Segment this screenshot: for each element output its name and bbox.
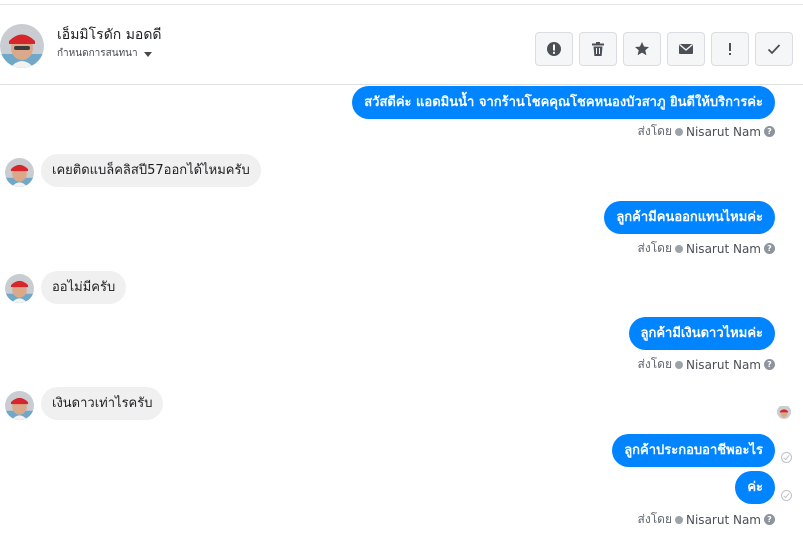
page-icon [675, 127, 683, 136]
outgoing-message[interactable]: ลูกค้าประกอบอาชีพอะไร [612, 434, 775, 467]
incoming-message[interactable]: เงินดาวเท่าไรครับ [41, 387, 164, 420]
contact-avatar-small[interactable] [5, 274, 34, 303]
outgoing-message[interactable]: สวัสดีค่ะ แอดมินน้ำ จากร้านโชคคุณโชคหนอง… [352, 86, 775, 119]
mark-unread-button[interactable] [667, 32, 705, 66]
outgoing-message[interactable]: ลูกค้ามีคนออกแทนไหมค่ะ [604, 201, 775, 234]
outgoing-message[interactable]: ค่ะ [735, 471, 775, 504]
star-button[interactable] [623, 32, 661, 66]
caret-down-icon [143, 52, 152, 57]
report-spam-button[interactable] [535, 32, 573, 66]
envelope-icon [679, 43, 693, 54]
incoming-message[interactable]: ออไม่มีครับ [41, 271, 127, 304]
help-icon[interactable]: ? [764, 514, 775, 525]
contact-avatar-small[interactable] [5, 158, 34, 187]
assign-conversation-dropdown[interactable]: กำหนดการสนทนา [57, 46, 152, 61]
exclamation-icon [729, 43, 731, 55]
check-icon [767, 44, 781, 55]
sent-by-label: ส่งโดย Nisarut Nam ? [638, 239, 775, 258]
help-icon[interactable]: ? [764, 126, 775, 137]
delivered-check-icon [781, 452, 792, 463]
alert-circle-icon [547, 42, 561, 56]
star-icon [635, 42, 649, 56]
help-icon[interactable]: ? [764, 359, 775, 370]
message-list: สวัสดีค่ะ แอดมินน้ำ จากร้านโชคคุณโชคหนอง… [0, 86, 803, 550]
incoming-message[interactable]: เคยติดแบล็คลิสปี57ออกได้ไหมครับ [41, 154, 261, 187]
trash-icon [592, 42, 604, 56]
follow-up-button[interactable] [711, 32, 749, 66]
page-icon [675, 515, 683, 524]
contact-avatar[interactable] [0, 24, 44, 68]
seen-avatar [777, 405, 791, 419]
sent-by-label: ส่งโดย Nisarut Nam ? [638, 355, 775, 374]
contact-name[interactable]: เอ็มมิโรดัก มอดดี [57, 24, 162, 46]
page-icon [675, 244, 683, 253]
sent-by-label: ส่งโดย Nisarut Nam ? [638, 122, 775, 141]
delivered-check-icon [781, 490, 792, 501]
mark-done-button[interactable] [755, 32, 793, 66]
outgoing-message[interactable]: ลูกค้ามีเงินดาวไหมค่ะ [628, 317, 775, 350]
conversation-actions [535, 32, 793, 66]
page-icon [675, 360, 683, 369]
sent-by-label: ส่งโดย Nisarut Nam ? [638, 510, 775, 529]
help-icon[interactable]: ? [764, 243, 775, 254]
delete-button[interactable] [579, 32, 617, 66]
assign-conversation-label: กำหนดการสนทนา [57, 48, 138, 59]
contact-avatar-small[interactable] [5, 391, 34, 420]
conversation-header: เอ็มมิโรดัก มอดดี กำหนดการสนทนา [0, 5, 803, 85]
